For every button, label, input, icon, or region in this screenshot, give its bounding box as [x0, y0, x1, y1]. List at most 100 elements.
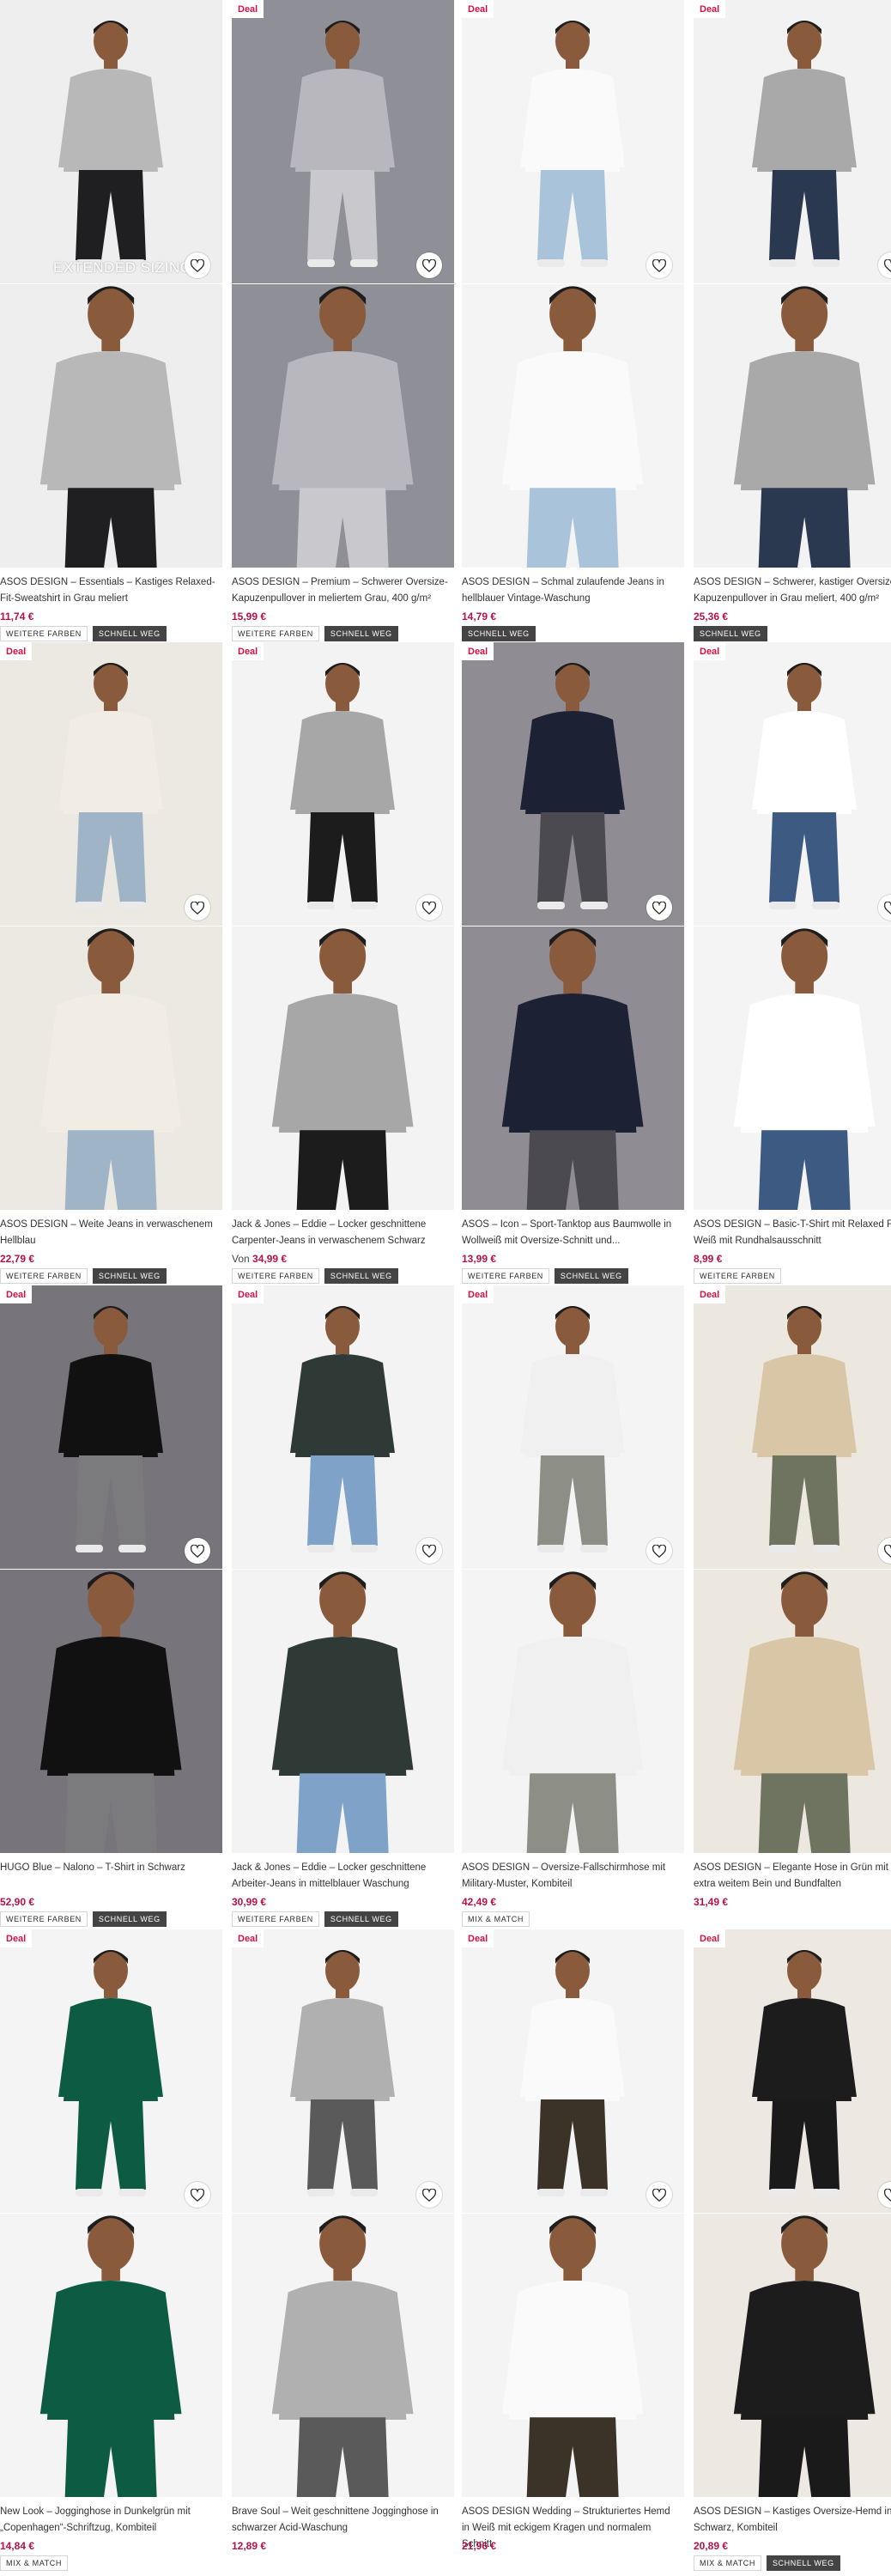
product-image[interactable]: Deal — [232, 0, 454, 568]
product-title[interactable]: ASOS DESIGN – Elegante Hose in Grün mit … — [694, 1860, 891, 1893]
product-photo-main[interactable] — [694, 642, 891, 926]
product-photo-alt[interactable] — [0, 927, 222, 1210]
product-price: 22,79 € — [0, 1253, 34, 1265]
product-photo-main[interactable] — [232, 1929, 454, 2213]
save-for-later-button[interactable] — [185, 1538, 210, 1564]
price-value: 8,99 € — [694, 1253, 723, 1265]
product-photo-main[interactable] — [694, 1929, 891, 2213]
product-title[interactable]: ASOS – Icon – Sport-Tanktop aus Baumwoll… — [462, 1217, 678, 1249]
product-title[interactable]: Brave Soul – Weit geschnittene Joggingho… — [232, 2504, 448, 2537]
product-title[interactable]: ASOS DESIGN – Schmal zulaufende Jeans in… — [462, 574, 678, 607]
save-for-later-button[interactable] — [185, 895, 210, 920]
product-photo-main[interactable] — [694, 0, 891, 283]
product-photo-main[interactable] — [0, 1929, 222, 2213]
product-photo-main[interactable] — [0, 642, 222, 926]
heart-icon — [191, 1544, 204, 1558]
product-image[interactable]: Deal — [462, 0, 684, 568]
product-title[interactable]: Jack & Jones – Eddie – Locker geschnitte… — [232, 1217, 448, 1249]
product-image[interactable]: Deal — [462, 642, 684, 1210]
product-photo-main[interactable] — [0, 1285, 222, 1569]
save-for-later-button[interactable] — [646, 252, 672, 278]
product-tags: MIX & MATCH — [0, 2555, 68, 2571]
product-title[interactable]: New Look – Jogginghose in Dunkelgrün mit… — [0, 2504, 216, 2537]
product-photo-alt[interactable] — [694, 927, 891, 1210]
product-title[interactable]: ASOS DESIGN – Oversize-Fallschirmhose mi… — [462, 1860, 678, 1893]
product-photo-main[interactable] — [462, 0, 684, 283]
product-title[interactable]: ASOS DESIGN – Basic-T-Shirt mit Relaxed … — [694, 1217, 891, 1249]
product-photo-alt[interactable] — [462, 284, 684, 568]
product-image[interactable]: Deal — [0, 1285, 222, 1853]
product-photo-alt[interactable] — [694, 1570, 891, 1853]
more-colours-tag: WEITERE FARBEN — [232, 1911, 319, 1927]
product-image[interactable]: Deal — [0, 1929, 222, 2497]
product-image[interactable]: Deal — [232, 1285, 454, 1853]
product-photo-main[interactable] — [232, 0, 454, 283]
product-title[interactable]: HUGO Blue – Nalono – T-Shirt in Schwarz — [0, 1860, 216, 1876]
product-tags: WEITERE FARBEN SCHNELL WEG — [232, 1268, 398, 1284]
product-image[interactable]: EXTENDED SIZING — [0, 0, 222, 568]
product-title[interactable]: ASOS DESIGN – Premium – Schwerer Oversiz… — [232, 574, 448, 607]
product-price: 15,99 € — [232, 611, 266, 623]
price-value: 52,90 € — [0, 1896, 35, 1908]
price-value: 14,84 € — [0, 2540, 35, 2552]
product-photo-alt[interactable] — [0, 284, 222, 568]
product-photo-main[interactable] — [0, 0, 222, 283]
save-for-later-button[interactable] — [416, 1538, 442, 1564]
price-value: 30,99 € — [232, 1896, 267, 1908]
product-price: 14,84 € — [0, 2540, 34, 2552]
product-image[interactable]: Deal — [694, 0, 891, 568]
price-value: 11,74 € — [0, 611, 34, 623]
product-tags: WEITERE FARBEN SCHNELL WEG — [232, 626, 398, 641]
product-tags: WEITERE FARBEN SCHNELL WEG — [462, 1268, 628, 1284]
product-photo-main[interactable] — [232, 642, 454, 926]
product-photo-alt[interactable] — [0, 2214, 222, 2497]
product-image[interactable]: Deal — [232, 1929, 454, 2497]
deal-badge: Deal — [0, 1929, 33, 1947]
product-photo-alt[interactable] — [232, 1570, 454, 1853]
save-for-later-button[interactable] — [185, 2182, 210, 2208]
product-image[interactable]: Deal — [0, 642, 222, 1210]
save-for-later-button[interactable] — [185, 252, 210, 278]
price-value: 13,99 € — [462, 1253, 497, 1265]
product-title[interactable]: ASOS DESIGN – Schwerer, kastiger Oversiz… — [694, 574, 891, 607]
product-image[interactable]: Deal — [694, 1285, 891, 1853]
heart-icon — [652, 1544, 666, 1558]
product-photo-main[interactable] — [462, 1285, 684, 1569]
product-photo-main[interactable] — [462, 642, 684, 926]
product-image[interactable]: Deal — [462, 1929, 684, 2497]
save-for-later-button[interactable] — [646, 1538, 672, 1564]
product-photo-alt[interactable] — [462, 1570, 684, 1853]
save-for-later-button[interactable] — [646, 2182, 672, 2208]
product-photo-alt[interactable] — [232, 927, 454, 1210]
product-photo-alt[interactable] — [0, 1570, 222, 1853]
product-image[interactable]: Deal — [694, 642, 891, 1210]
product-photo-alt[interactable] — [462, 2214, 684, 2497]
deal-badge: Deal — [462, 1285, 494, 1303]
product-title[interactable]: Jack & Jones – Eddie – Locker geschnitte… — [232, 1860, 448, 1893]
product-photo-main[interactable] — [694, 1285, 891, 1569]
product-photo-alt[interactable] — [232, 2214, 454, 2497]
product-photo-alt[interactable] — [694, 2214, 891, 2497]
product-grid: EXTENDED SIZING ASOS DESIGN – Essentials … — [0, 0, 891, 2576]
price-value: 42,49 € — [462, 1896, 497, 1908]
product-photo-main[interactable] — [462, 1929, 684, 2213]
price-value: 21,96 € — [462, 2540, 497, 2552]
save-for-later-button[interactable] — [416, 2182, 442, 2208]
save-for-later-button[interactable] — [416, 252, 442, 278]
product-image[interactable]: Deal — [232, 642, 454, 1210]
product-title[interactable]: ASOS DESIGN – Essentials – Kastiges Rela… — [0, 574, 216, 607]
product-photo-alt[interactable] — [694, 284, 891, 568]
product-photo-alt[interactable] — [462, 927, 684, 1210]
product-photo-main[interactable] — [232, 1285, 454, 1569]
product-title[interactable]: ASOS DESIGN – Weite Jeans in verwaschene… — [0, 1217, 216, 1249]
product-tags: WEITERE FARBEN SCHNELL WEG — [0, 1911, 167, 1927]
selling-fast-tag: SCHNELL WEG — [92, 1268, 167, 1284]
product-title[interactable]: ASOS DESIGN – Kastiges Oversize-Hemd in … — [694, 2504, 891, 2537]
product-tags: WEITERE FARBEN SCHNELL WEG — [232, 1911, 398, 1927]
price-value: 31,49 € — [694, 1896, 729, 1908]
save-for-later-button[interactable] — [646, 895, 672, 920]
product-image[interactable]: Deal — [462, 1285, 684, 1853]
product-photo-alt[interactable] — [232, 284, 454, 568]
product-image[interactable]: Deal — [694, 1929, 891, 2497]
save-for-later-button[interactable] — [416, 895, 442, 920]
